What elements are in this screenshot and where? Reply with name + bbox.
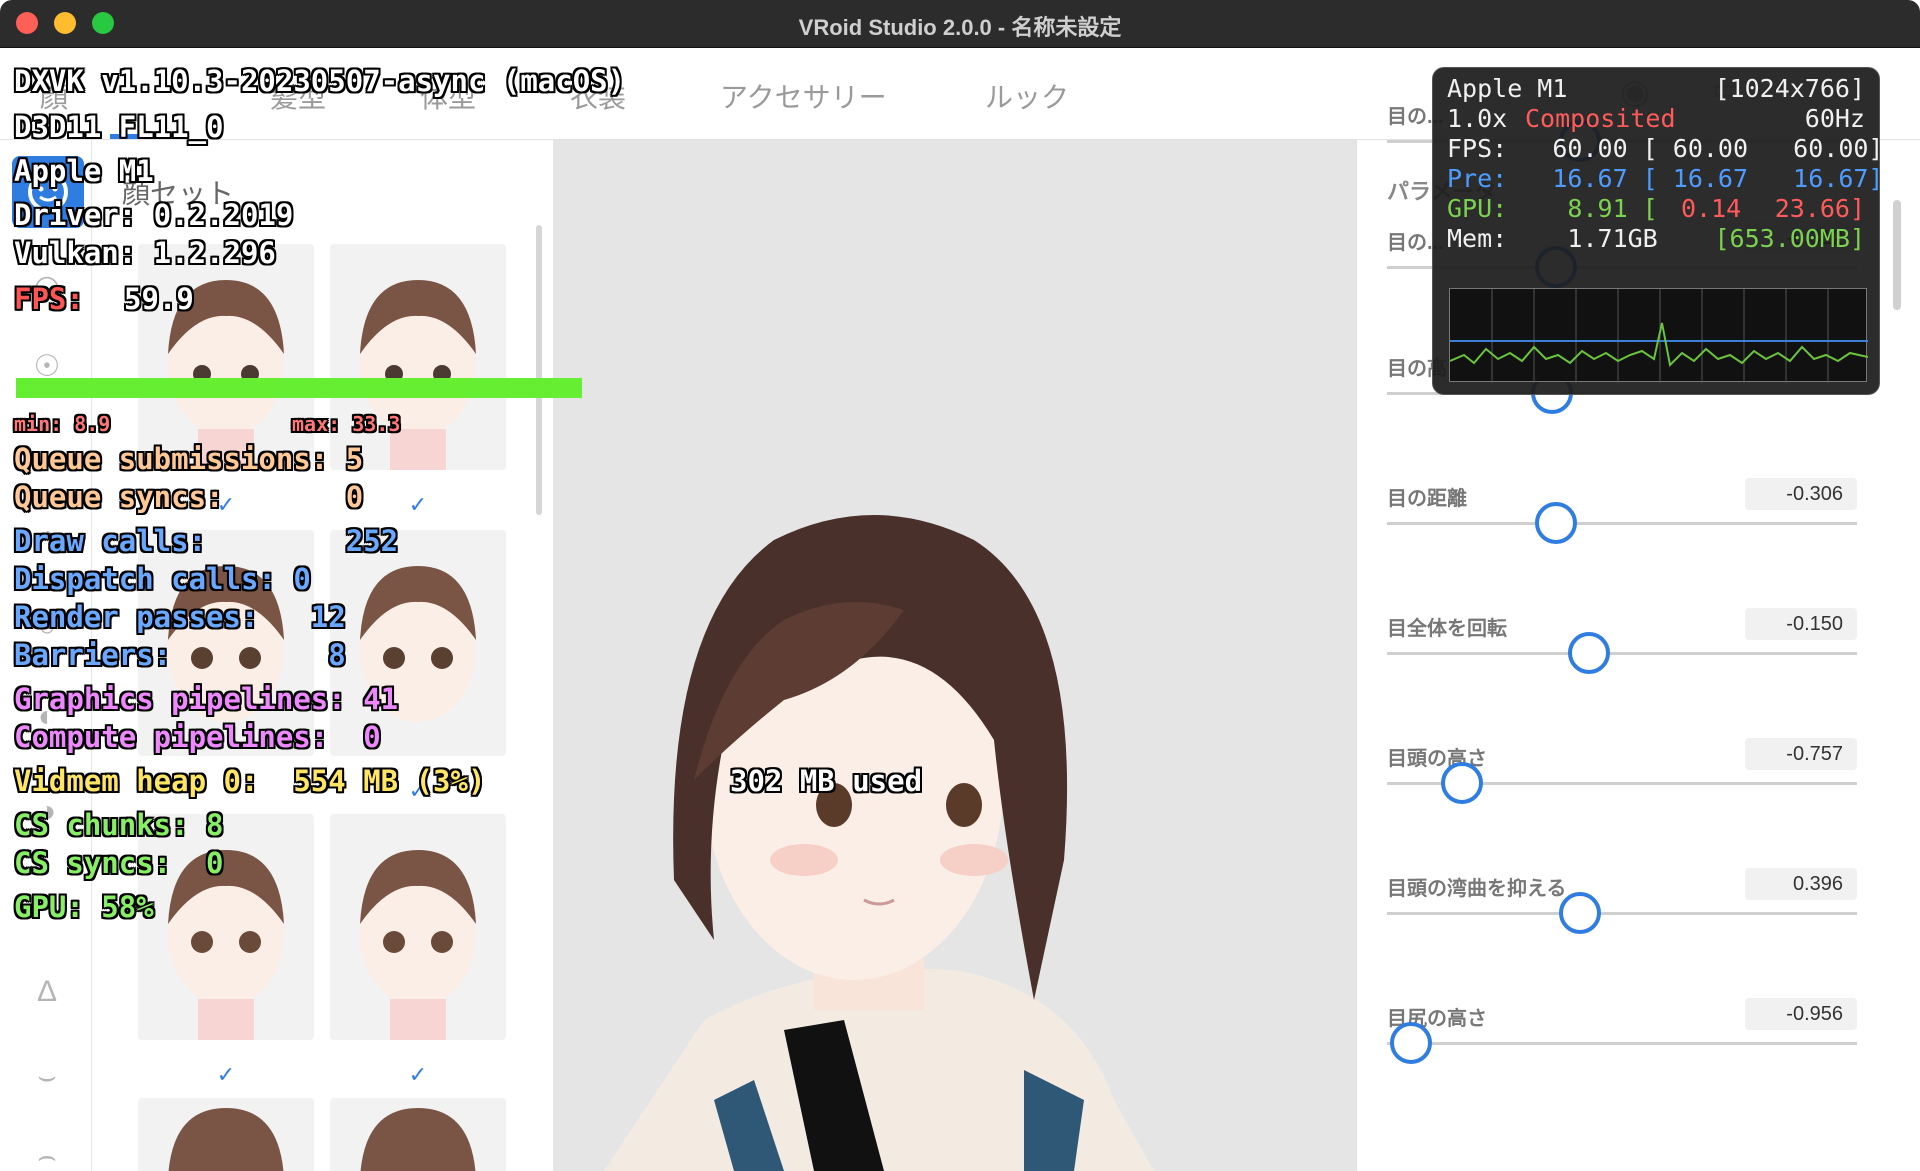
nose-icon[interactable]: Δ [30,975,64,1009]
param-value-field[interactable]: -0.150 [1745,608,1857,640]
face-preset-thumbnail[interactable] [138,1098,314,1171]
face-preset-thumbnail[interactable] [330,814,506,1040]
hud-refresh-rate: 60Hz [1804,104,1865,133]
param-value-field[interactable]: -0.956 [1745,998,1857,1030]
hud-fps: FPS: 60.00 [ 60.00 60.00] [1447,134,1884,163]
param-slider-knob[interactable] [1558,892,1601,934]
queue-syncs: Queue syncs: 0 [14,480,364,514]
param-slider-knob[interactable] [1535,502,1578,544]
draw-calls: Draw calls: 252 [14,524,399,558]
hud-memory-peak: [653.00MB] [1714,224,1865,253]
param-value-field[interactable]: -0.757 [1745,738,1857,770]
param-value-field[interactable]: 0.396 [1745,868,1857,900]
hud-frame-graph [1449,288,1869,383]
graphics-pipelines: Graphics pipelines: 41 [14,682,399,716]
cs-syncs: CS syncs: 0 [14,846,224,880]
param-slider-knob[interactable] [1389,1022,1432,1064]
dispatch-calls: Dispatch calls: 0 [14,562,311,596]
hud-scale: 1.0x [1447,104,1508,133]
param-label: 目全体を回転 [1387,618,1507,640]
param-slider-track[interactable] [1387,1042,1857,1045]
hud-memory: Mem: 1.71GB [1447,224,1658,253]
driver-version: Driver: 0.2.2019 [14,198,294,232]
frame-graph-plot [1449,289,1869,383]
hud-gpu-min: 0.14 [1681,194,1742,223]
title-bar: VRoid Studio 2.0.0 - 名称未設定 [0,0,1920,48]
parameters-scrollbar[interactable] [1893,200,1901,310]
param-slider-track[interactable] [1387,652,1857,655]
frametime-min: min: 8.9 [14,412,111,436]
preset-scrollbar[interactable] [536,225,542,515]
face-thumbnail-image [360,280,476,470]
compute-pipelines: Compute pipelines: 0 [14,720,381,754]
frametime-graph [16,378,582,398]
face-thumbnail-image [168,1108,284,1171]
param-slider-track[interactable] [1387,522,1857,525]
hud-pre: Pre: 16.67 [ 16.67 16.67] [1447,164,1884,193]
dxvk-version: DXVK v1.10.3-20230507-async (macOS) [14,64,626,98]
metal-performance-hud: Apple M1 [1024x766] 1.0x Composited 60Hz… [1432,67,1884,395]
frametime-max: max: 33.3 [292,412,401,436]
hud-gpu: GPU: 8.91 [ [1447,194,1658,223]
param-label: 目頭の湾曲を抑える [1387,878,1567,900]
character-viewport[interactable] [554,140,1356,1171]
queue-submissions: Queue submissions: 5 [14,442,364,476]
checkmark-icon: ✓ [216,1062,236,1087]
barriers: Barriers: 8 [14,638,346,672]
tab-look[interactable]: ルック [985,76,1069,116]
vulkan-version: Vulkan: 1.2.296 [14,236,276,270]
param-slider-knob[interactable] [1568,632,1611,674]
app-window: VRoid Studio 2.0.0 - 名称未設定 顔 髪型 体型 衣装 アク… [0,0,1920,1171]
vidmem-heap: Vidmem heap 0: 554 MB (3%) [14,764,486,798]
feature-level: D3D11 FL11_0 [14,110,224,144]
character-model [604,515,1154,1171]
render-passes: Render passes: 12 [14,600,346,634]
face-preset-thumbnail[interactable] [330,244,506,470]
hud-resolution: [1024x766] [1714,74,1865,103]
face-thumbnail-image [168,280,284,470]
param-value-field[interactable]: -0.306 [1745,478,1857,510]
fps-value: 59.9 [124,282,194,316]
checkmark-icon: ✓ [408,1062,428,1087]
hud-device: Apple M1 [1447,74,1568,103]
gpu-load: GPU: 58% [14,890,154,924]
fps-label: FPS: [14,282,84,316]
face-preset-thumbnail[interactable] [138,244,314,470]
ear-icon[interactable]: ⌢ [30,1140,64,1171]
hud-composited: Composited [1525,104,1676,133]
device-name: Apple M1 [14,154,154,188]
param-label: 目の距離 [1387,488,1467,510]
face-preset-thumbnail[interactable] [330,1098,506,1171]
window-title: VRoid Studio 2.0.0 - 名称未設定 [798,15,1122,40]
face-thumbnail-image [360,850,476,1040]
param-slider-knob[interactable] [1441,762,1484,804]
mouth-icon[interactable]: ⌣ [30,1060,64,1094]
vidmem-used: 302 MB used [730,764,923,798]
param-slider-track[interactable] [1387,912,1857,915]
face-thumbnail-image [360,1108,476,1171]
hud-gpu-max: 23.66] [1774,194,1865,223]
tab-accessory[interactable]: アクセサリー [720,76,887,116]
cs-chunks: CS chunks: 8 [14,808,224,842]
